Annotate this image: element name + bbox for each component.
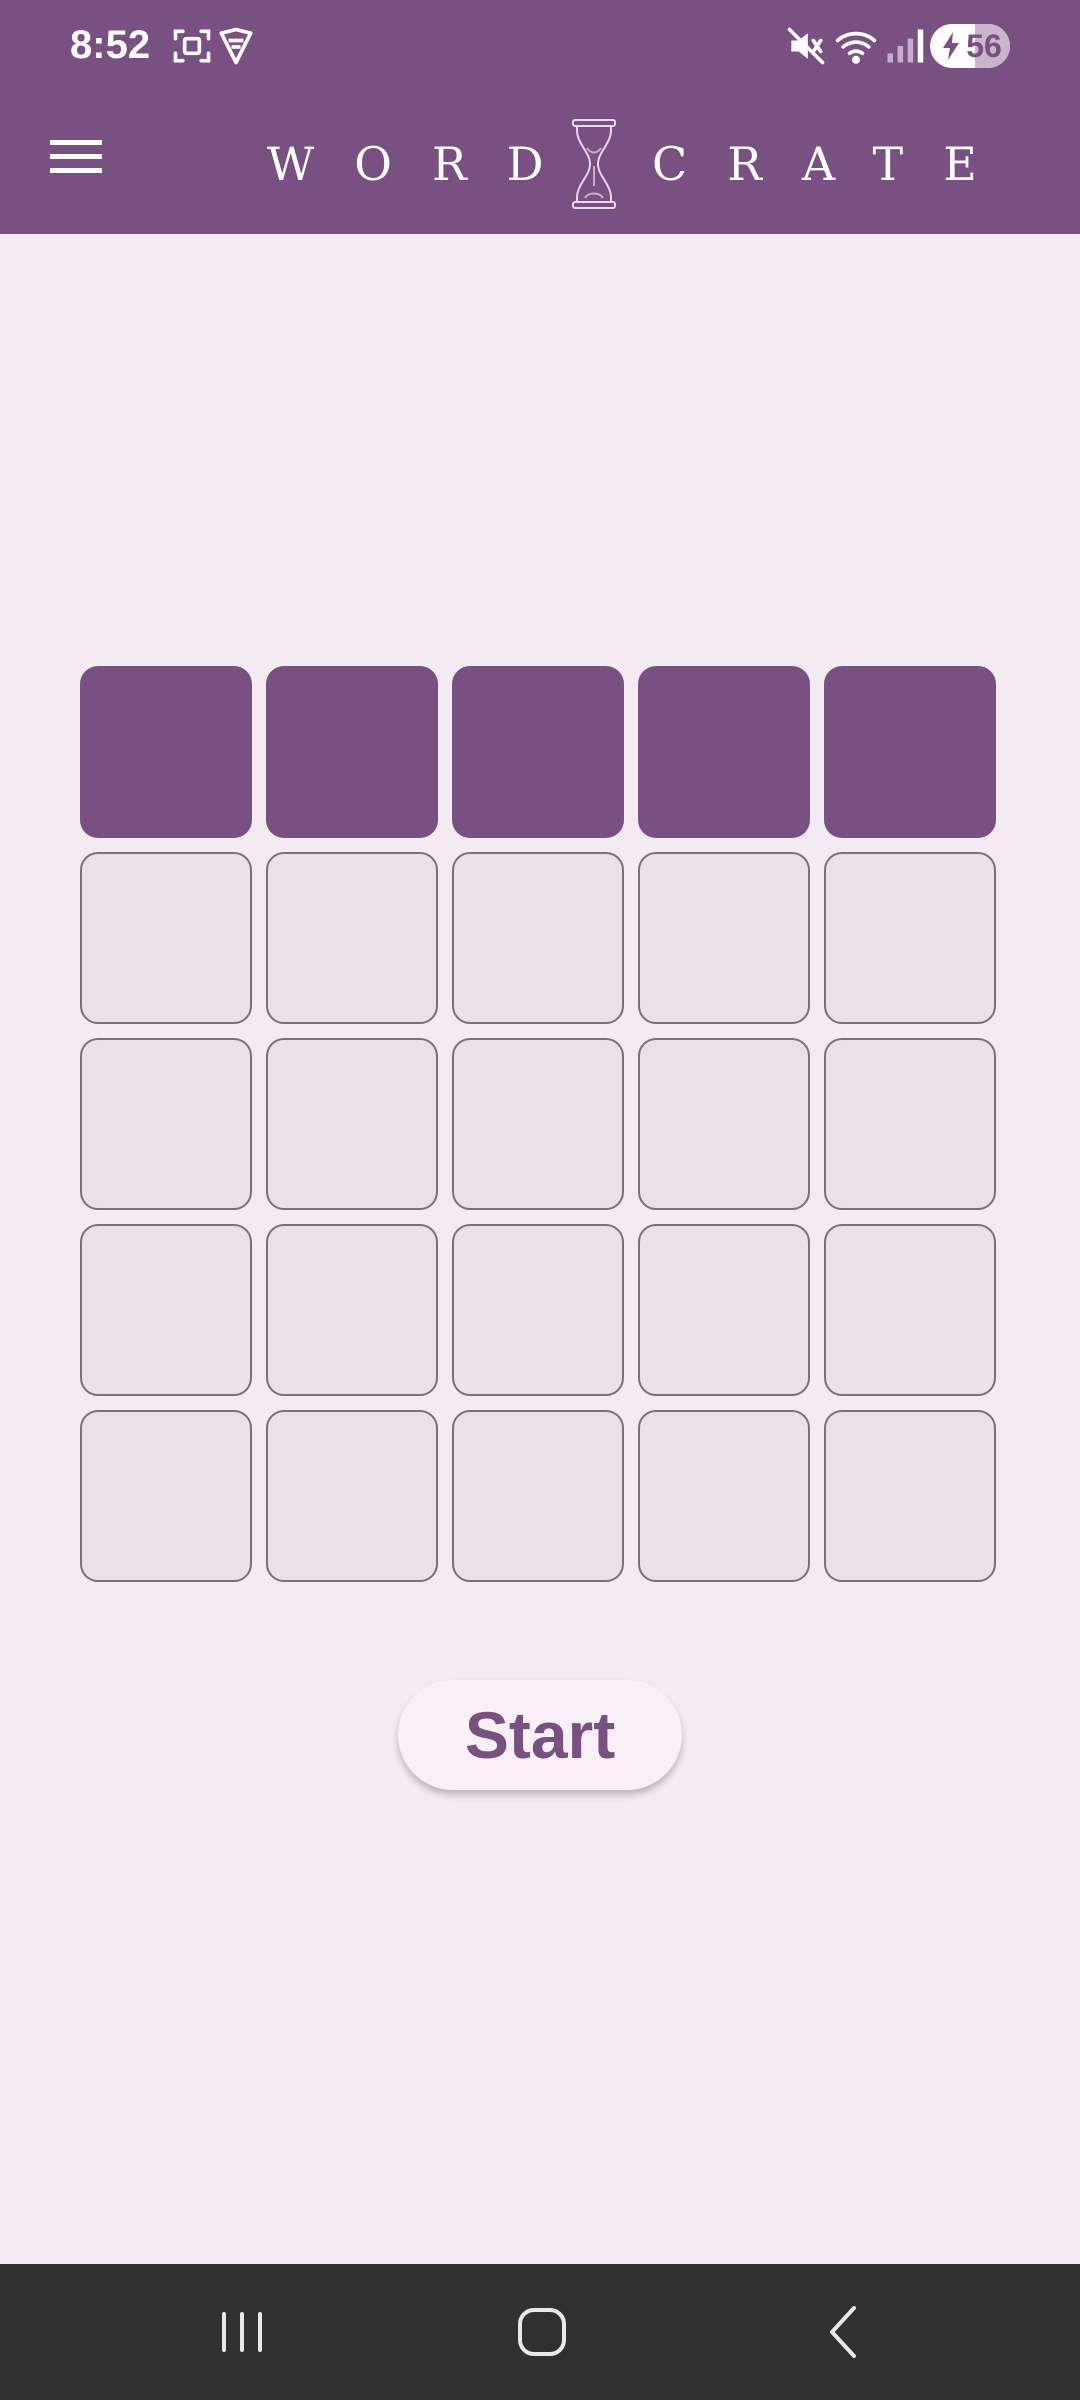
logo-word-left: WORD bbox=[267, 137, 584, 191]
charging-bolt-icon bbox=[943, 32, 959, 60]
tile-empty bbox=[452, 1410, 624, 1582]
mute-icon bbox=[784, 24, 828, 68]
tile-empty bbox=[80, 1038, 252, 1210]
navigation-bar bbox=[0, 2264, 1080, 2400]
signal-icon bbox=[882, 24, 926, 68]
tile-empty bbox=[80, 1410, 252, 1582]
tile-empty bbox=[824, 852, 996, 1024]
tile-filled bbox=[452, 666, 624, 838]
tile-filled bbox=[266, 666, 438, 838]
logo-word-right: CRATE bbox=[652, 137, 1017, 191]
tile-empty bbox=[638, 1038, 810, 1210]
tile-empty bbox=[824, 1038, 996, 1210]
back-icon[interactable] bbox=[812, 2300, 876, 2364]
start-button[interactable]: Start bbox=[398, 1680, 682, 1790]
app-header: 8:52 56 WORD CRATE bbox=[0, 0, 1080, 234]
wifi-icon bbox=[834, 24, 878, 68]
tile-empty bbox=[266, 1224, 438, 1396]
tile-empty bbox=[824, 1410, 996, 1582]
home-icon[interactable] bbox=[510, 2300, 574, 2364]
hourglass-icon bbox=[567, 118, 621, 210]
tile-filled bbox=[80, 666, 252, 838]
tile-empty bbox=[452, 852, 624, 1024]
tile-empty bbox=[80, 852, 252, 1024]
tile-empty bbox=[80, 1224, 252, 1396]
recent-apps-icon[interactable] bbox=[210, 2300, 274, 2364]
tile-empty bbox=[824, 1224, 996, 1396]
vpn-shield-icon bbox=[214, 24, 258, 68]
tile-empty bbox=[452, 1038, 624, 1210]
tile-empty bbox=[638, 1224, 810, 1396]
tile-filled bbox=[638, 666, 810, 838]
battery-icon: 56 bbox=[930, 24, 1010, 68]
battery-level: 56 bbox=[966, 28, 1002, 64]
hamburger-menu-icon[interactable] bbox=[50, 132, 106, 180]
tile-empty bbox=[266, 1410, 438, 1582]
tile-empty bbox=[452, 1224, 624, 1396]
screenshot-icon bbox=[170, 24, 214, 68]
app-logo: WORD CRATE bbox=[262, 118, 977, 210]
tile-empty bbox=[638, 1410, 810, 1582]
game-board bbox=[80, 666, 1000, 1582]
app-screen: 8:52 56 WORD CRATE Start bbox=[0, 0, 1080, 2400]
tile-empty bbox=[266, 1038, 438, 1210]
status-time: 8:52 bbox=[70, 23, 151, 67]
tile-empty bbox=[266, 852, 438, 1024]
tile-empty bbox=[638, 852, 810, 1024]
status-bar: 8:52 56 bbox=[0, 0, 1080, 92]
tile-filled bbox=[824, 666, 996, 838]
